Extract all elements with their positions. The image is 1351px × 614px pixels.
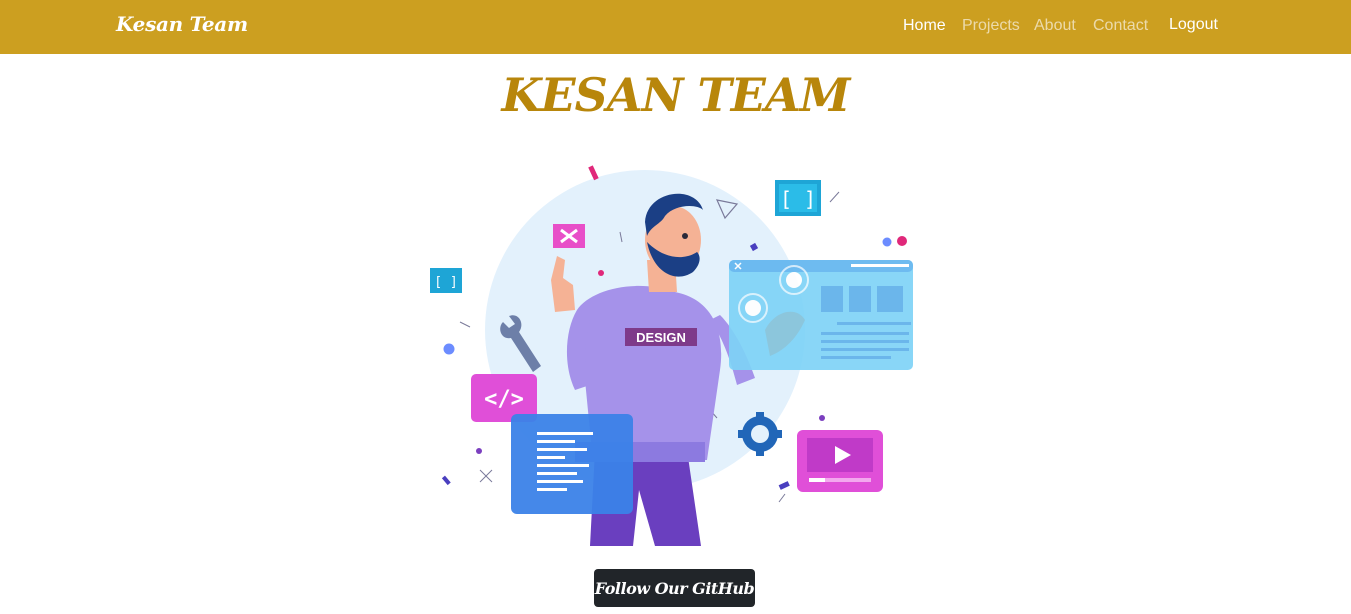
confetti-dot (443, 343, 455, 355)
bracket-icon: [ ] (775, 180, 821, 216)
nav-contact-link[interactable]: Contact (1093, 17, 1148, 35)
confetti-dot (476, 448, 482, 454)
browser-window (729, 260, 913, 370)
confetti (778, 481, 790, 490)
confetti-dot (819, 415, 825, 421)
confetti-line (829, 191, 840, 203)
confetti-line (459, 321, 471, 328)
confetti-line (778, 493, 786, 503)
confetti (441, 475, 451, 486)
svg-text:</>: </> (484, 387, 524, 412)
close-icon (553, 224, 585, 248)
navbar: Kesan Team Home Projects About Contact L… (0, 0, 1351, 54)
confetti (588, 165, 599, 181)
hero-title: KESAN TEAM (501, 68, 851, 122)
design-badge: DESIGN (625, 328, 697, 346)
nav-home-link[interactable]: Home (903, 17, 946, 35)
bracket-icon: [ ] (430, 268, 462, 293)
svg-text:[ ]: [ ] (434, 275, 457, 290)
confetti-dot (897, 236, 907, 246)
confetti-dot (598, 270, 604, 276)
confetti-dot (882, 237, 892, 247)
nav-projects-link[interactable]: Projects (962, 17, 1020, 35)
play-icon (797, 430, 883, 492)
logout-link[interactable]: Logout (1169, 16, 1218, 34)
document-card (511, 414, 633, 514)
hero-illustration: [ ] [ ] </> DESIGN (430, 165, 913, 546)
nav-links: Home Projects About Contact Logout (0, 16, 1351, 37)
follow-github-button[interactable]: Follow Our GitHub (594, 569, 755, 607)
svg-text:[ ]: [ ] (780, 187, 816, 211)
nav-about-link[interactable]: About (1034, 17, 1076, 35)
badge-text: DESIGN (636, 330, 686, 345)
